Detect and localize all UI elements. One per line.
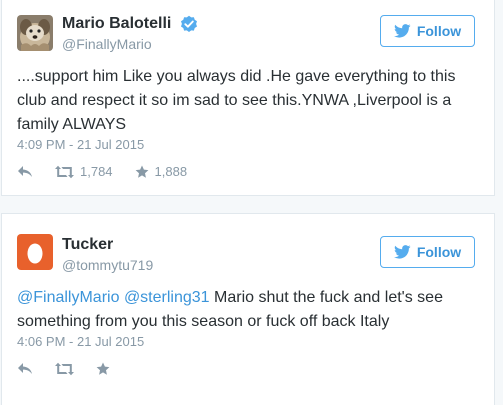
twitter-bird-icon: [393, 24, 411, 38]
star-icon: [96, 362, 110, 375]
tweet-timestamp[interactable]: 4:09 PM - 21 Jul 2015: [17, 137, 144, 153]
retweet-button[interactable]: 1,784: [55, 164, 113, 179]
avatar[interactable]: [17, 234, 53, 270]
tweet-timestamp[interactable]: 4:06 PM - 21 Jul 2015: [17, 334, 144, 350]
reply-icon: [18, 165, 32, 177]
follow-button[interactable]: Follow: [380, 236, 475, 268]
user-info: Mario Balotelli @FinallyMario: [62, 14, 198, 54]
follow-label: Follow: [416, 23, 462, 39]
like-button[interactable]: [96, 362, 110, 376]
reply-button[interactable]: [17, 362, 33, 376]
screen-name[interactable]: @tommytu719: [62, 255, 153, 275]
avatar[interactable]: [17, 15, 53, 51]
reply-button[interactable]: [17, 165, 33, 179]
mention-link[interactable]: @sterling31: [124, 289, 210, 306]
retweet-button[interactable]: [55, 362, 74, 376]
screen-name[interactable]: @FinallyMario: [62, 34, 198, 54]
follow-label: Follow: [416, 244, 462, 260]
reply-icon: [18, 363, 32, 374]
tweet-actions: 1,784 1,888: [17, 164, 209, 179]
tweet-actions: [17, 362, 132, 376]
tweet-card: Tucker @tommytu719 Follow @FinallyMario …: [1, 213, 495, 405]
display-name[interactable]: Mario Balotelli: [62, 14, 171, 34]
like-count: 1,888: [154, 164, 188, 179]
display-name[interactable]: Tucker: [62, 235, 113, 255]
follow-button[interactable]: Follow: [380, 15, 475, 47]
tweet-card: Mario Balotelli @FinallyMario Follow ...…: [1, 0, 495, 196]
user-info: Tucker @tommytu719: [62, 235, 153, 275]
retweet-icon: [55, 165, 74, 178]
tweet-text: ....support him Like you always did .He …: [17, 68, 456, 133]
mention-link[interactable]: @FinallyMario: [17, 289, 119, 306]
retweet-count: 1,784: [80, 164, 113, 179]
like-button[interactable]: 1,888: [135, 164, 188, 179]
dog-avatar-icon: [17, 15, 53, 51]
tweet-text: @FinallyMario @sterling31 Mario shut the…: [17, 286, 487, 334]
egg-avatar-icon: [17, 234, 53, 270]
retweet-icon: [55, 362, 74, 376]
verified-badge-icon: [180, 15, 198, 33]
twitter-bird-icon: [393, 245, 411, 259]
star-icon: [135, 165, 148, 178]
